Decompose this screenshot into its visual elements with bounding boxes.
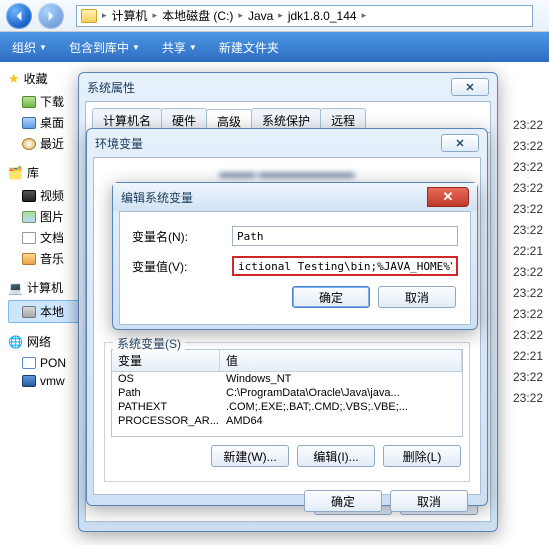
system-variables-label: 系统变量(S): [113, 335, 185, 352]
crumb-jdk[interactable]: jdk1.8.0_144: [288, 9, 357, 23]
sidebar-vmw[interactable]: vmw: [8, 372, 86, 390]
folder-icon: [81, 9, 97, 23]
include-menu[interactable]: 包含到库中▼: [69, 39, 140, 56]
sidebar-downloads[interactable]: 下载: [8, 91, 86, 112]
crumb-computer[interactable]: 计算机: [112, 7, 148, 24]
sidebar-pon[interactable]: PON: [8, 354, 86, 372]
organize-menu[interactable]: 组织▼: [12, 39, 47, 56]
back-button[interactable]: [6, 3, 32, 29]
newfolder-button[interactable]: 新建文件夹: [219, 39, 279, 56]
ok-button[interactable]: 确定: [304, 490, 382, 512]
nav-sidebar: 收藏 下载 桌面 最近 库 视频 图片 文档 音乐 计算机 本地 网络 PON …: [0, 62, 86, 545]
sidebar-computer[interactable]: 计算机: [8, 279, 86, 296]
col-variable[interactable]: 变量: [112, 350, 220, 371]
variable-name-input[interactable]: [232, 226, 458, 246]
explorer-nav-bar: ▸ 计算机▸ 本地磁盘 (C:)▸ Java▸ jdk1.8.0_144▸: [0, 0, 549, 32]
variable-name-label: 变量名(N):: [132, 228, 232, 245]
crumb-disk[interactable]: 本地磁盘 (C:): [162, 7, 233, 24]
sidebar-desktop[interactable]: 桌面: [8, 112, 86, 133]
ok-button[interactable]: 确定: [292, 286, 370, 308]
edit-variable-dialog: 编辑系统变量 ✕ 变量名(N): 变量值(V): 确定 取消: [112, 182, 478, 330]
sidebar-libraries[interactable]: 库: [8, 164, 86, 181]
sidebar-favorites[interactable]: 收藏: [8, 70, 86, 87]
explorer-toolbar: 组织▼ 包含到库中▼ 共享▼ 新建文件夹: [0, 32, 549, 62]
window-title: 系统属性: [87, 79, 451, 96]
sidebar-music[interactable]: 音乐: [8, 248, 86, 269]
sidebar-recent[interactable]: 最近: [8, 133, 86, 154]
col-value[interactable]: 值: [220, 350, 462, 371]
edit-button[interactable]: 编辑(I)...: [297, 445, 375, 467]
variable-value-label: 变量值(V):: [132, 258, 232, 275]
address-bar[interactable]: ▸ 计算机▸ 本地磁盘 (C:)▸ Java▸ jdk1.8.0_144▸: [76, 5, 533, 27]
sidebar-local-disk[interactable]: 本地: [8, 300, 86, 323]
crumb-java[interactable]: Java: [248, 9, 273, 23]
cancel-button[interactable]: 取消: [390, 490, 468, 512]
sidebar-documents[interactable]: 文档: [8, 227, 86, 248]
close-button[interactable]: ✕: [451, 78, 489, 96]
system-variables-table[interactable]: 变量值 OSWindows_NT PathC:\ProgramData\Orac…: [111, 349, 463, 437]
sidebar-network[interactable]: 网络: [8, 333, 86, 350]
table-row[interactable]: OSWindows_NT: [112, 372, 462, 386]
table-row[interactable]: PROCESSOR_AR...AMD64: [112, 414, 462, 428]
delete-button[interactable]: 删除(L): [383, 445, 461, 467]
new-button[interactable]: 新建(W)...: [211, 445, 289, 467]
share-menu[interactable]: 共享▼: [162, 39, 197, 56]
cancel-button[interactable]: 取消: [378, 286, 456, 308]
forward-button[interactable]: [38, 3, 64, 29]
close-button[interactable]: ✕: [441, 134, 479, 152]
table-row[interactable]: PathC:\ProgramData\Oracle\Java\java...: [112, 386, 462, 400]
sidebar-videos[interactable]: 视频: [8, 185, 86, 206]
sidebar-pictures[interactable]: 图片: [8, 206, 86, 227]
variable-value-input[interactable]: [232, 256, 458, 276]
close-button[interactable]: ✕: [427, 187, 469, 207]
table-row[interactable]: PATHEXT.COM;.EXE;.BAT;.CMD;.VBS;.VBE;...: [112, 400, 462, 414]
file-times-column: 23:2223:2223:22 23:2223:2223:22 22:2123:…: [513, 118, 543, 407]
window-title: 环境变量: [95, 135, 441, 152]
dialog-title: 编辑系统变量: [121, 189, 427, 206]
